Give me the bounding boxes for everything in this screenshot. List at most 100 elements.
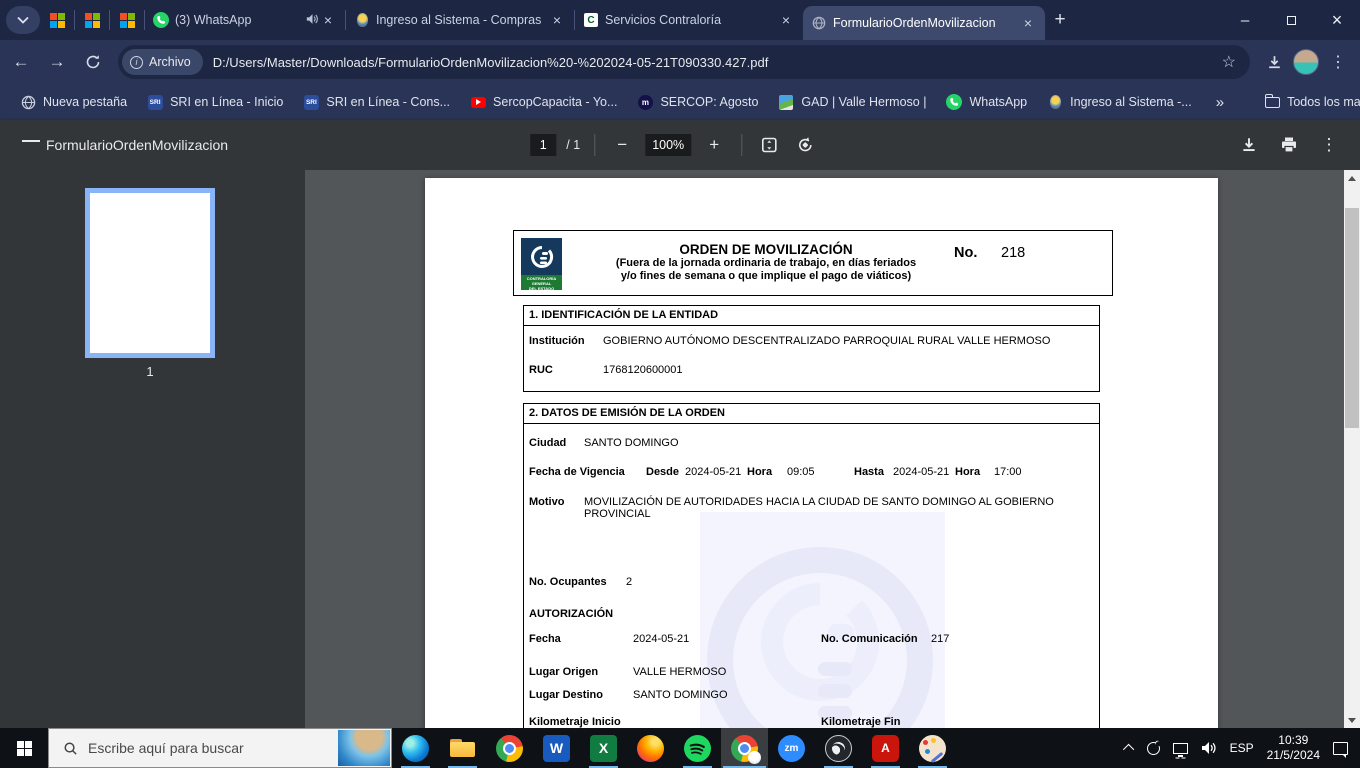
bookmarks-overflow-chevron[interactable]: » (1206, 94, 1234, 111)
download-tray-button[interactable] (1258, 46, 1290, 78)
chrome-icon (731, 734, 761, 764)
pdf-action-buttons: ⋮ (1236, 132, 1342, 158)
vertical-scrollbar[interactable] (1344, 170, 1360, 728)
bookmark-sercopcapacita[interactable]: SercopCapacita - Yo... (464, 90, 627, 114)
pdf-print-button[interactable] (1276, 132, 1302, 158)
profile-avatar[interactable] (1290, 46, 1322, 78)
whatsapp-icon (153, 12, 169, 28)
document-title: ORDEN DE MOVILIZACIÓN (679, 242, 853, 257)
tab-close-button[interactable]: × (319, 11, 337, 29)
pdf-more-button[interactable]: ⋮ (1316, 132, 1342, 158)
taskbar-paint[interactable] (909, 728, 956, 768)
taskbar-excel[interactable]: X (580, 728, 627, 768)
restore-button[interactable] (1268, 0, 1314, 40)
forward-button[interactable]: → (42, 47, 72, 77)
section-identificacion: 1. IDENTIFICACIÓN DE LA ENTIDAD Instituc… (523, 305, 1100, 392)
pdf-page-controls: 1 / 1 − 100% + (530, 120, 818, 170)
browser-menu-button[interactable]: ⋮ (1322, 46, 1354, 78)
bookmark-nueva-pestana[interactable]: Nueva pestaña (14, 90, 137, 114)
start-button[interactable] (0, 728, 48, 768)
file-scheme-chip[interactable]: i Archivo (122, 49, 203, 75)
bookmark-sercop-agosto[interactable]: m SERCOP: Agosto (631, 90, 768, 114)
windows-logo-icon (16, 740, 32, 756)
reload-button[interactable] (78, 47, 108, 77)
pdf-download-button[interactable] (1236, 132, 1262, 158)
pdf-content-area: 1 CONTRALORÍA GENERAL DEL ESTADO ORDEN D… (0, 170, 1360, 728)
page-thumbnail-selected[interactable] (85, 188, 215, 358)
taskbar-zoom[interactable]: zm (768, 728, 815, 768)
pinned-tab-office-3[interactable] (110, 3, 144, 37)
zoom-in-button[interactable]: + (701, 132, 727, 158)
tab-title: FormularioOrdenMovilizacion (833, 16, 996, 30)
tab-servicios-contraloria[interactable]: C Servicios Contraloría × (575, 3, 803, 37)
taskbar-file-explorer[interactable] (439, 728, 486, 768)
tab-close-button[interactable]: × (777, 11, 795, 29)
back-button[interactable]: ← (6, 47, 36, 77)
ecuador-coat-of-arms-icon (1047, 94, 1063, 110)
action-center-icon[interactable] (1333, 741, 1348, 758)
fit-to-page-button[interactable] (756, 132, 782, 158)
address-bar[interactable]: i Archivo D:/Users/Master/Downloads/Form… (118, 45, 1250, 79)
restore-icon (1286, 12, 1301, 25)
hora-hasta-value: 17:00 (994, 466, 1022, 478)
tab-search-button[interactable] (6, 6, 40, 34)
tray-expand-chevron-icon[interactable] (1122, 743, 1134, 756)
tab-audio-muted-icon[interactable] (306, 13, 319, 28)
tab-whatsapp[interactable]: (3) WhatsApp × (145, 3, 345, 37)
pinned-tab-office-2[interactable] (75, 3, 109, 37)
bookmark-star-icon[interactable]: ☆ (1218, 52, 1240, 72)
taskbar-spotify[interactable] (674, 728, 721, 768)
print-icon (1282, 137, 1296, 153)
zoom-level-input[interactable]: 100% (645, 134, 692, 156)
close-window-button[interactable]: × (1314, 0, 1360, 40)
hora-desde-label: Hora (747, 466, 773, 478)
bookmark-whatsapp[interactable]: WhatsApp (940, 90, 1037, 114)
taskbar-acrobat[interactable]: A (862, 728, 909, 768)
tab-formulario-orden-movilizacion[interactable]: FormularioOrdenMovilizacion × (803, 6, 1045, 40)
search-highlight-image[interactable] (338, 730, 390, 766)
bookmark-label: Nueva pestaña (43, 95, 128, 109)
bookmark-sri-consultas[interactable]: SRI SRI en Línea - Cons... (297, 90, 460, 114)
section2-title: 2. DATOS DE EMISIÓN DE LA ORDEN (524, 404, 1099, 424)
bookmark-ingreso-sistema[interactable]: Ingreso al Sistema -... (1041, 90, 1202, 114)
url-text[interactable]: D:/Users/Master/Downloads/FormularioOrde… (213, 55, 1218, 70)
taskbar-firefox[interactable] (627, 728, 674, 768)
pdf-menu-button[interactable] (0, 136, 22, 154)
network-monitor-icon[interactable] (1172, 742, 1188, 757)
language-indicator[interactable]: ESP (1230, 741, 1254, 755)
rotate-button[interactable] (792, 132, 818, 158)
tab-ingreso-sistema[interactable]: Ingreso al Sistema - Compras Pu × (346, 3, 574, 37)
hora-desde-value: 09:05 (787, 466, 815, 478)
tab-close-button[interactable]: × (1019, 14, 1037, 32)
thumbnail-page-number: 1 (146, 364, 154, 379)
new-tab-button[interactable]: + (1045, 5, 1075, 35)
taskbar-chrome[interactable] (486, 728, 533, 768)
pdf-document-title: FormularioOrdenMovilizacion (46, 137, 229, 153)
bookmark-sri-inicio[interactable]: SRI SRI en Línea - Inicio (141, 90, 293, 114)
taskbar-chrome-active[interactable] (721, 728, 768, 768)
tab-close-button[interactable]: × (548, 11, 566, 29)
minimize-button[interactable]: – (1222, 0, 1268, 40)
document-subtitle-line1: (Fuera de la jornada ordinaria de trabaj… (615, 257, 917, 269)
toolbar-divider (741, 134, 743, 156)
logo-text-line3: DEL ESTADO (528, 286, 555, 291)
institucion-label: Institución (529, 335, 585, 347)
volume-icon[interactable] (1201, 741, 1217, 755)
scroll-down-button[interactable] (1344, 712, 1360, 728)
scroll-up-button[interactable] (1344, 170, 1360, 186)
taskbar-obs[interactable] (815, 728, 862, 768)
page-number-input[interactable]: 1 (530, 134, 557, 156)
scrollbar-thumb[interactable] (1345, 208, 1359, 428)
screen-capture-icon[interactable] (1146, 741, 1160, 755)
taskbar-word[interactable]: W (533, 728, 580, 768)
taskbar-edge[interactable] (392, 728, 439, 768)
bookmark-label: GAD | Valle Hermoso | (801, 95, 927, 109)
chevron-down-icon (17, 16, 29, 24)
pinned-tab-office-1[interactable] (40, 3, 74, 37)
clock[interactable]: 10:39 21/5/2024 (1267, 733, 1320, 763)
taskbar-search-box[interactable]: Escribe aquí para buscar (48, 728, 392, 768)
bookmark-gad-valle-hermoso[interactable]: GAD | Valle Hermoso | (772, 90, 936, 114)
zoom-out-button[interactable]: − (609, 132, 635, 158)
bookmark-label: Ingreso al Sistema -... (1070, 95, 1192, 109)
all-bookmarks-button[interactable]: Todos los marcadores (1258, 90, 1360, 114)
